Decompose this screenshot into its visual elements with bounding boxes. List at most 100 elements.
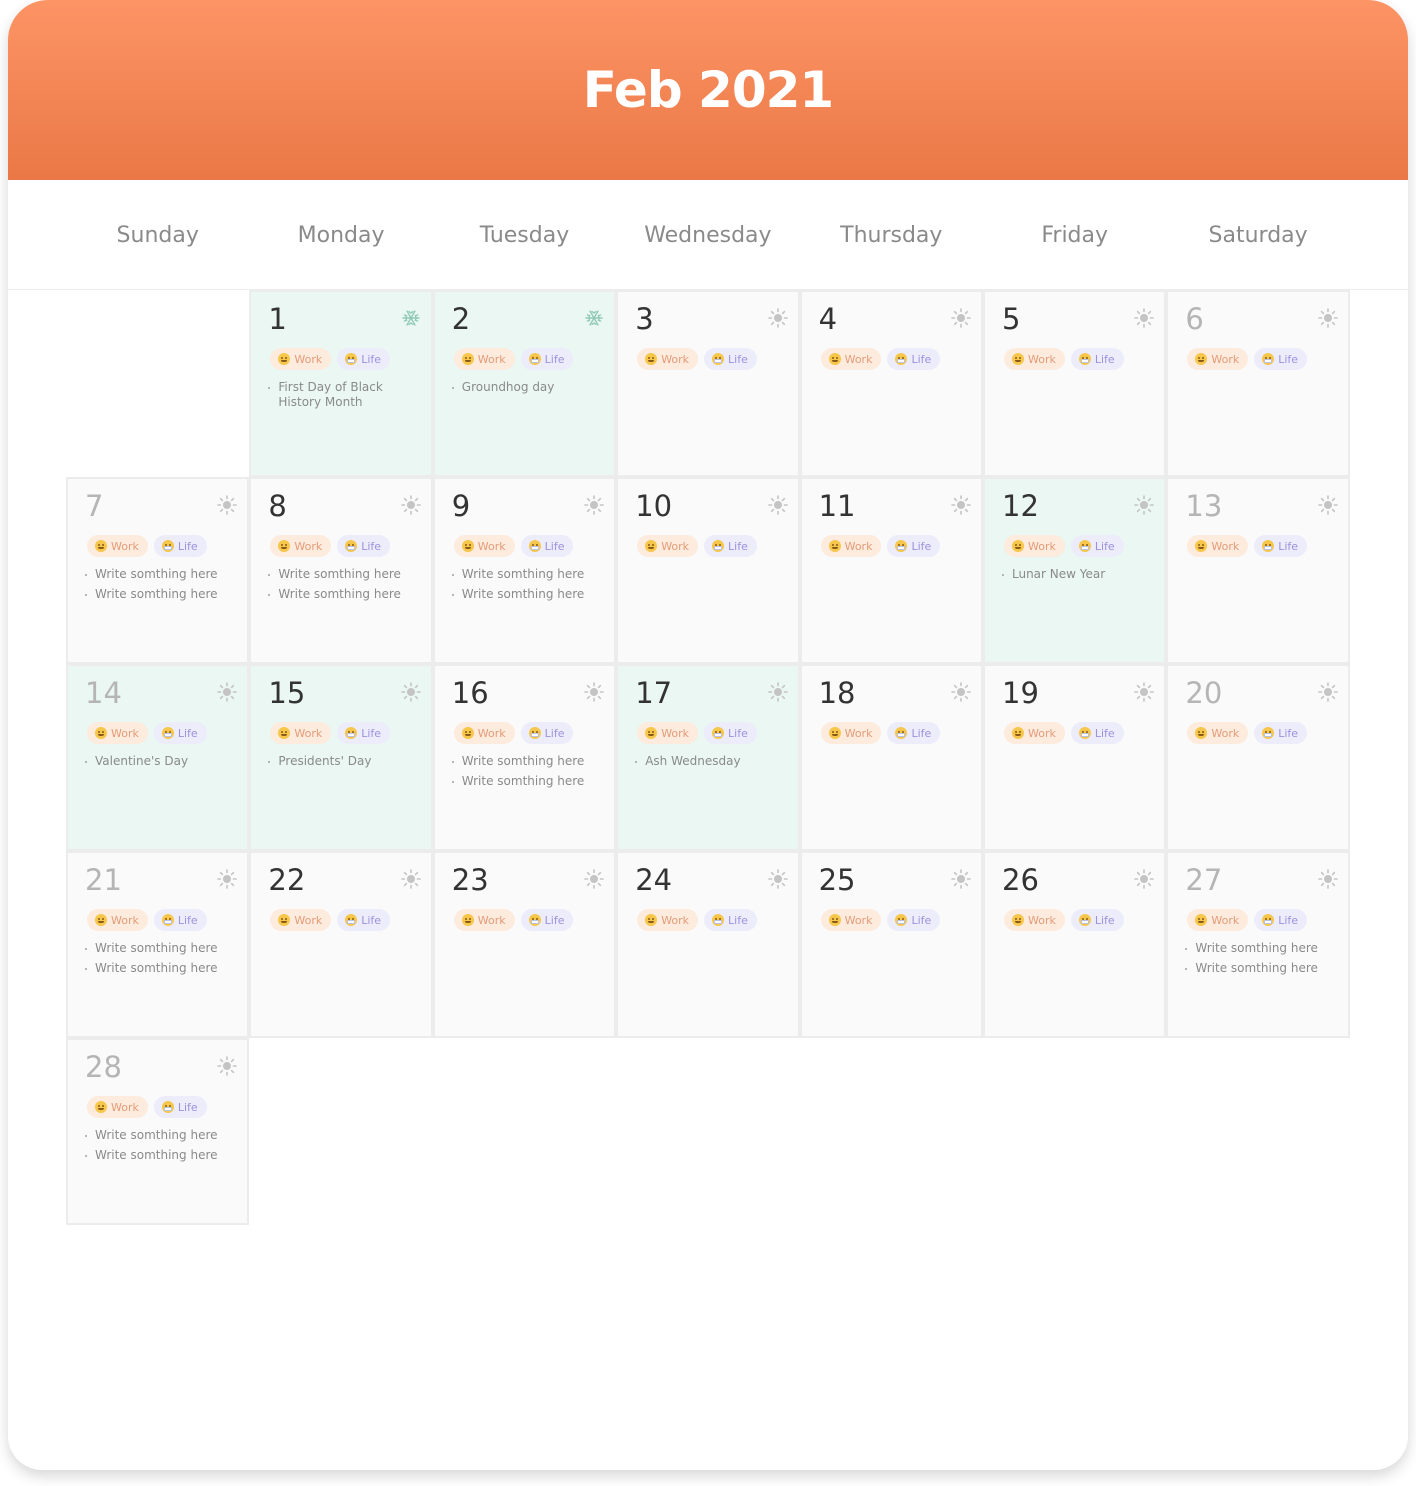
life-tag[interactable]: Life (704, 722, 757, 744)
note-item[interactable]: Write somthing here (84, 587, 244, 602)
note-item[interactable]: Lunar New Year (1001, 567, 1161, 582)
note-item[interactable]: Groundhog day (451, 380, 611, 395)
work-tag[interactable]: Work (87, 535, 148, 557)
day-cell-1[interactable]: 1 Work Life First Day of Black History Mont… (249, 290, 433, 477)
note-item[interactable]: Write somthing here (84, 567, 244, 582)
day-cell-27[interactable]: 27 Work Life Write somthing here Write somth… (1166, 851, 1350, 1038)
note-item[interactable]: Write somthing here (1184, 961, 1344, 976)
life-tag[interactable]: Life (1254, 535, 1308, 557)
note-item[interactable]: Write somthing here (84, 1148, 244, 1163)
work-tag[interactable]: Work (453, 348, 515, 370)
work-tag[interactable]: Work (1187, 909, 1249, 931)
day-cell-11[interactable]: 11 Work Life (799, 477, 983, 664)
day-cell-9[interactable]: 9 Work Life Write somthing here Write somthi… (432, 477, 617, 664)
note-item[interactable]: Write somthing here (451, 587, 611, 602)
work-tag[interactable]: Work (87, 722, 148, 744)
day-cell-23[interactable]: 23 Work Life (432, 851, 617, 1038)
life-tag[interactable]: Life (153, 722, 207, 744)
day-cell-13[interactable]: 13 Work Life (1166, 477, 1350, 664)
life-tag[interactable]: Life (153, 535, 207, 557)
life-tag[interactable]: Life (520, 535, 574, 557)
work-tag[interactable]: Work (820, 348, 882, 370)
life-tag[interactable]: Life (1254, 722, 1308, 744)
work-tag[interactable]: Work (1004, 909, 1065, 931)
work-tag[interactable]: Work (820, 535, 882, 557)
day-cell-12[interactable]: 12 Work Life Lunar New Year (983, 477, 1167, 664)
life-tag[interactable]: Life (337, 722, 391, 744)
life-tag[interactable]: Life (887, 909, 941, 931)
life-tag[interactable]: Life (337, 535, 391, 557)
life-tag[interactable]: Life (1070, 348, 1124, 370)
note-item[interactable]: Write somthing here (1184, 941, 1344, 956)
life-tag[interactable]: Life (887, 535, 941, 557)
work-tag[interactable]: Work (637, 535, 699, 557)
work-tag[interactable]: Work (453, 722, 515, 744)
note-item[interactable]: Write somthing here (267, 567, 427, 582)
life-tag[interactable]: Life (337, 348, 391, 370)
day-cell-18[interactable]: 18 Work Life (799, 664, 983, 851)
note-item[interactable]: First Day of Black History Month (267, 380, 427, 410)
life-tag[interactable]: Life (1254, 909, 1308, 931)
day-cell-7[interactable]: 7 Work Life Write somthing here Write somthi… (66, 477, 250, 664)
work-tag[interactable]: Work (1004, 722, 1065, 744)
note-item[interactable]: Presidents' Day (267, 754, 427, 769)
day-cell-16[interactable]: 16 Work Life Write somthing here Write somth… (432, 664, 617, 851)
day-cell-10[interactable]: 10 Work Life (616, 477, 800, 664)
day-cell-26[interactable]: 26 Work Life (983, 851, 1167, 1038)
note-item[interactable]: Write somthing here (451, 774, 611, 789)
day-cell-25[interactable]: 25 Work Life (799, 851, 983, 1038)
work-tag[interactable]: Work (637, 909, 699, 931)
life-tag[interactable]: Life (520, 909, 574, 931)
work-tag[interactable]: Work (87, 1096, 148, 1118)
day-cell-4[interactable]: 4 Work Life (799, 290, 983, 477)
day-cell-24[interactable]: 24 Work Life (616, 851, 800, 1038)
life-tag[interactable]: Life (520, 722, 574, 744)
day-cell-8[interactable]: 8 Work Life Write somthing here Write somthi… (249, 477, 433, 664)
work-tag[interactable]: Work (637, 348, 699, 370)
life-tag[interactable]: Life (887, 348, 941, 370)
work-tag[interactable]: Work (1187, 348, 1249, 370)
day-cell-14[interactable]: 14 Work Life Valentine's Day (66, 664, 250, 851)
work-tag[interactable]: Work (270, 535, 332, 557)
day-cell-19[interactable]: 19 Work Life (983, 664, 1167, 851)
life-tag[interactable]: Life (1070, 722, 1124, 744)
note-item[interactable]: Write somthing here (451, 754, 611, 769)
day-cell-3[interactable]: 3 Work Life (616, 290, 800, 477)
work-tag[interactable]: Work (453, 535, 515, 557)
note-item[interactable]: Ash Wednesday (634, 754, 794, 769)
work-tag[interactable]: Work (1004, 348, 1065, 370)
work-tag[interactable]: Work (820, 909, 882, 931)
work-tag[interactable]: Work (87, 909, 148, 931)
work-tag[interactable]: Work (1187, 535, 1249, 557)
work-tag[interactable]: Work (270, 909, 332, 931)
note-item[interactable]: Valentine's Day (84, 754, 244, 769)
note-item[interactable]: Write somthing here (267, 587, 427, 602)
day-cell-5[interactable]: 5 Work Life (983, 290, 1167, 477)
life-tag[interactable]: Life (520, 348, 574, 370)
note-item[interactable]: Write somthing here (84, 961, 244, 976)
work-tag[interactable]: Work (270, 722, 332, 744)
work-tag[interactable]: Work (637, 722, 699, 744)
day-cell-2[interactable]: 2 Work Life Groundhog day (432, 290, 617, 477)
work-tag[interactable]: Work (1187, 722, 1249, 744)
day-cell-28[interactable]: 28 Work Life Write somthing here Write somth… (66, 1038, 250, 1225)
day-cell-21[interactable]: 21 Work Life Write somthing here Write somth… (66, 851, 250, 1038)
day-cell-6[interactable]: 6 Work Life (1166, 290, 1350, 477)
life-tag[interactable]: Life (1070, 535, 1124, 557)
life-tag[interactable]: Life (704, 535, 757, 557)
work-tag[interactable]: Work (453, 909, 515, 931)
note-item[interactable]: Write somthing here (84, 1128, 244, 1143)
day-cell-15[interactable]: 15 Work Life Presidents' Day (249, 664, 433, 851)
life-tag[interactable]: Life (337, 909, 391, 931)
work-tag[interactable]: Work (1004, 535, 1065, 557)
work-tag[interactable]: Work (270, 348, 332, 370)
life-tag[interactable]: Life (153, 1096, 207, 1118)
life-tag[interactable]: Life (704, 909, 757, 931)
life-tag[interactable]: Life (153, 909, 207, 931)
day-cell-17[interactable]: 17 Work Life Ash Wednesday (616, 664, 800, 851)
note-item[interactable]: Write somthing here (84, 941, 244, 956)
life-tag[interactable]: Life (1070, 909, 1124, 931)
life-tag[interactable]: Life (1254, 348, 1308, 370)
life-tag[interactable]: Life (887, 722, 941, 744)
day-cell-20[interactable]: 20 Work Life (1166, 664, 1350, 851)
